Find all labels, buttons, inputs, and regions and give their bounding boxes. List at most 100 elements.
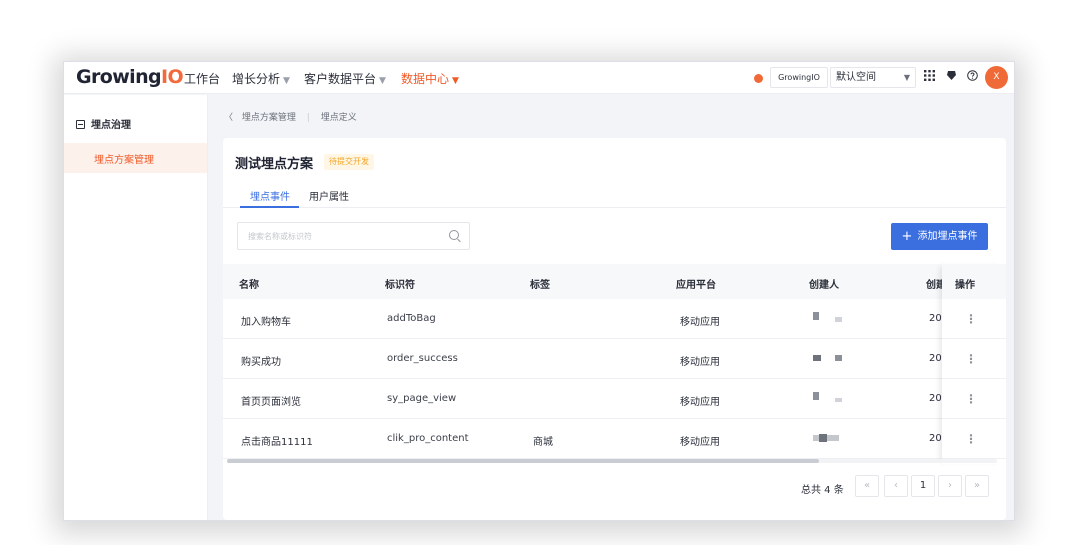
scrollbar-thumb[interactable] bbox=[227, 459, 819, 463]
logo-text: Growing bbox=[76, 66, 162, 88]
nav-growth-analysis-label: 增长分析 bbox=[232, 72, 281, 86]
sidebar: 埋点治理 埋点方案管理 bbox=[64, 95, 208, 520]
add-event-button[interactable]: + 添加埋点事件 bbox=[891, 223, 988, 250]
more-actions-icon[interactable]: ⋮ bbox=[965, 393, 977, 405]
more-actions-icon[interactable]: ⋮ bbox=[965, 313, 977, 325]
creator-avatar-redacted bbox=[813, 432, 843, 444]
nav-cdp[interactable]: 客户数据平台 ▼ bbox=[304, 70, 386, 87]
creator-avatar-redacted bbox=[813, 352, 843, 364]
chevron-down-icon: ▼ bbox=[452, 76, 459, 86]
breadcrumb-current: 埋点定义 bbox=[320, 113, 357, 123]
cell-key: sy_page_view bbox=[387, 393, 457, 404]
column-header-created: 创建 bbox=[926, 280, 942, 291]
help-icon[interactable] bbox=[967, 70, 978, 84]
nav-cdp-label: 客户数据平台 bbox=[304, 72, 377, 86]
logo-accent-text: IO bbox=[161, 66, 184, 88]
last-page-button[interactable]: » bbox=[965, 475, 989, 497]
actions-cell: ⋮ bbox=[942, 339, 1006, 379]
cell-created: 20 bbox=[929, 353, 942, 364]
folder-icon bbox=[76, 120, 85, 129]
table-row[interactable]: 首页页面浏览 sy_page_view 移动应用 20 bbox=[223, 379, 1006, 419]
column-header-key: 标识符 bbox=[385, 280, 415, 291]
nav-data-center[interactable]: 数据中心 ▼ bbox=[401, 70, 459, 87]
total-count: 总共 4 条 bbox=[801, 485, 844, 496]
search-box bbox=[237, 222, 470, 250]
creator-avatar-redacted bbox=[813, 392, 843, 404]
nav-workbench-label: 工作台 bbox=[184, 72, 221, 86]
table-row[interactable]: 购买成功 order_success 移动应用 20 bbox=[223, 339, 1006, 379]
space-selector-label: 默认空间 bbox=[836, 72, 876, 83]
space-selector[interactable]: 默认空间 ▼ bbox=[830, 67, 916, 88]
column-header-creator: 创建人 bbox=[809, 280, 839, 291]
cell-tag: 商城 bbox=[533, 437, 553, 448]
nav-workbench[interactable]: 工作台 bbox=[184, 70, 220, 87]
top-nav: GrowingIO 工作台 增长分析 ▼ 客户数据平台 ▼ 数据中心 ▼ Growin… bbox=[64, 62, 1014, 94]
more-actions-icon[interactable]: ⋮ bbox=[965, 353, 977, 365]
breadcrumb-separator: | bbox=[306, 113, 310, 123]
chevron-down-icon: ▼ bbox=[283, 76, 290, 86]
table-row[interactable]: 加入购物车 addToBag 移动应用 20 bbox=[223, 299, 1006, 339]
back-icon[interactable]: 〈 bbox=[224, 113, 233, 123]
nav-growth-analysis[interactable]: 增长分析 ▼ bbox=[232, 70, 290, 87]
breadcrumb-link-plan-management[interactable]: 埋点方案管理 bbox=[242, 113, 296, 123]
cell-name: 点击商品11111 bbox=[241, 437, 313, 448]
nav-data-center-label: 数据中心 bbox=[401, 72, 450, 86]
status-badge: 待提交开发 bbox=[324, 154, 374, 170]
tab-active-indicator bbox=[240, 206, 299, 208]
growingio-logo[interactable]: GrowingIO bbox=[76, 66, 184, 88]
search-input[interactable] bbox=[238, 223, 438, 249]
status-dot-icon bbox=[754, 74, 763, 83]
main-card: 测试埋点方案 待提交开发 埋点事件 用户属性 + 添加埋点事件 名称 标识符 标签… bbox=[223, 138, 1006, 520]
cell-key: clik_pro_content bbox=[387, 433, 469, 444]
table-header: 名称 标识符 标签 应用平台 创建人 创建 bbox=[223, 264, 1006, 299]
actions-cell: ⋮ bbox=[942, 419, 1006, 459]
cell-platform: 移动应用 bbox=[680, 397, 720, 408]
user-avatar[interactable]: X bbox=[985, 66, 1008, 89]
add-event-button-label: 添加埋点事件 bbox=[917, 231, 978, 242]
column-header-actions-cell: 操作 bbox=[942, 264, 1006, 299]
first-page-button[interactable]: « bbox=[855, 475, 879, 497]
cell-created: 20 bbox=[929, 433, 942, 444]
cell-key: addToBag bbox=[387, 313, 436, 324]
cell-name: 加入购物车 bbox=[241, 317, 291, 328]
breadcrumb: 〈 埋点方案管理 | 埋点定义 bbox=[224, 110, 357, 123]
notification-icon[interactable] bbox=[946, 70, 957, 84]
plus-icon: + bbox=[901, 229, 913, 244]
next-page-button[interactable]: › bbox=[938, 475, 962, 497]
chevron-down-icon: ▼ bbox=[903, 73, 910, 82]
cell-created: 20 bbox=[929, 393, 942, 404]
search-icon[interactable] bbox=[449, 230, 459, 240]
horizontal-scrollbar[interactable] bbox=[227, 459, 997, 463]
cell-platform: 移动应用 bbox=[680, 357, 720, 368]
cell-platform: 移动应用 bbox=[680, 437, 720, 448]
column-header-tag: 标签 bbox=[530, 280, 550, 291]
column-header-platform: 应用平台 bbox=[676, 280, 716, 291]
org-selector[interactable]: GrowingIO bbox=[770, 67, 828, 88]
actions-cell: ⋮ bbox=[942, 299, 1006, 339]
cell-platform: 移动应用 bbox=[680, 317, 720, 328]
tab-user-attributes[interactable]: 用户属性 bbox=[309, 188, 349, 203]
app-window: GrowingIO 工作台 增长分析 ▼ 客户数据平台 ▼ 数据中心 ▼ Growin… bbox=[64, 62, 1014, 520]
tab-tracking-events[interactable]: 埋点事件 bbox=[250, 188, 290, 203]
cell-name: 购买成功 bbox=[241, 357, 281, 368]
sidebar-group-label: 埋点治理 bbox=[91, 120, 131, 131]
sidebar-item-label: 埋点方案管理 bbox=[94, 155, 154, 166]
operations-column: 操作 ⋮ ⋮ ⋮ ⋮ bbox=[942, 264, 1006, 464]
table-row[interactable]: 点击商品11111 clik_pro_content 商城 移动应用 20 bbox=[223, 419, 1006, 459]
app-grid-icon[interactable] bbox=[924, 70, 935, 84]
prev-page-button[interactable]: ‹ bbox=[884, 475, 908, 497]
actions-cell: ⋮ bbox=[942, 379, 1006, 419]
page-title: 测试埋点方案 bbox=[235, 157, 314, 172]
cell-created: 20 bbox=[929, 313, 942, 324]
chevron-down-icon: ▼ bbox=[379, 76, 386, 86]
sidebar-group-tracking-governance[interactable]: 埋点治理 bbox=[76, 116, 131, 131]
column-header-name: 名称 bbox=[239, 280, 259, 291]
cell-name: 首页页面浏览 bbox=[241, 397, 301, 408]
sidebar-item-plan-management[interactable]: 埋点方案管理 bbox=[64, 143, 207, 173]
creator-avatar-redacted bbox=[813, 312, 843, 324]
more-actions-icon[interactable]: ⋮ bbox=[965, 433, 977, 445]
page-number-button[interactable]: 1 bbox=[911, 475, 935, 497]
cell-key: order_success bbox=[387, 353, 458, 364]
tab-bar: 埋点事件 用户属性 bbox=[223, 181, 1006, 208]
column-header-actions: 操作 bbox=[955, 280, 975, 291]
